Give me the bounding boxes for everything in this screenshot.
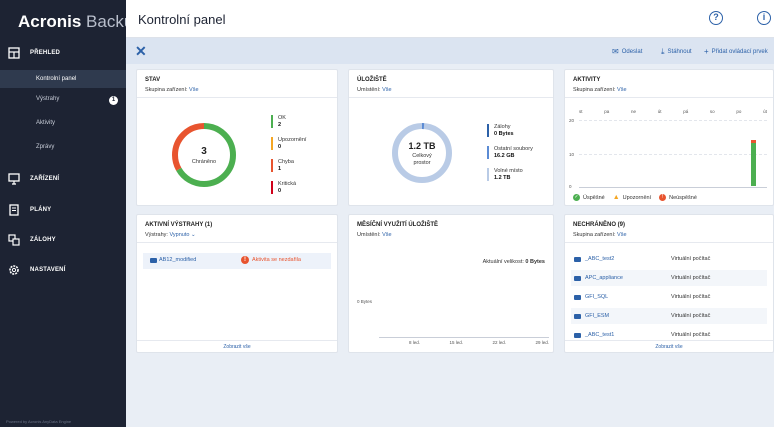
donut-value: 3 [201,146,207,157]
group-filter-link[interactable]: Vše [617,87,626,93]
sub-vystrahy[interactable]: Výstrahy 1 [36,96,126,105]
table-row[interactable]: GFI_SQL Virtuální počítač [571,289,767,305]
nav-zalohy[interactable]: ZÁLOHY [0,234,126,246]
storage-total-value: 1.2 TB [408,141,436,151]
mail-icon: ✉ [612,47,619,56]
alert-row[interactable]: AB12_modified ! Aktivita se nezdařila [143,253,331,269]
widget-stav: STAV Skupina zařízení: Vše 3 Chráněno OK… [136,69,338,206]
acronis-logo: Acronis Backup [18,12,143,31]
computer-icon [574,294,581,300]
legend-ok: OK 2 [271,115,286,129]
group-filter-link[interactable]: Vše [189,87,198,93]
chevron-down-icon: ⌄ [190,232,196,238]
table-row[interactable]: _ABC_test2 Virtuální počítač [571,251,767,267]
success-icon: ✓ [573,194,580,201]
activity-bar-success [751,140,756,186]
legend-error: Chyba 1 [271,159,294,173]
table-row[interactable]: GFI_ESM Virtuální počítač [571,308,767,324]
location-filter-link[interactable]: Vše [382,87,391,93]
table-row[interactable]: APC_appliance Virtuální počítač [571,270,767,286]
location-filter-link[interactable]: Vše [382,232,391,238]
legend-warning: Upozornění 0 [271,137,306,151]
widget-monthly-storage: MĚSÍČNÍ VYUŽITÍ ÚLOŽIŠTĚ Umístění: Vše A… [348,214,554,353]
show-all-link[interactable]: Zobrazit vše [565,340,773,352]
close-icon[interactable]: ✕ [135,43,147,60]
show-all-link[interactable]: Zobrazit vše [137,340,337,352]
group-filter-link[interactable]: Vše [617,232,626,238]
account-icon[interactable]: i [757,11,771,25]
error-icon: ! [659,194,667,201]
nav-nastaveni[interactable]: NASTAVENÍ [0,264,126,276]
sub-zpravy[interactable]: Zprávy [36,144,126,150]
error-icon: ! [241,256,249,264]
sidebar: Acronis Backup PŘEHLED Kontrolní panel V… [0,0,143,427]
computer-icon [574,275,581,281]
monitor-icon [8,173,20,185]
dashboard-toolbar: ✕ ✉ Odeslat ⤓ Stáhnout + Přidat ovládací pr… [126,38,774,64]
alert-text: Aktivita se nezdařila [252,257,301,263]
x-axis-labels: 8 led. 15 led. 22 led. 29 led. [409,340,549,345]
widget-unprotected: NECHRÁNĚNO (9) Skupina zařízení: Vše _AB… [564,214,774,353]
current-size: Aktuální velikost: 0 Bytes [482,259,545,265]
widget-aktivity: AKTIVITY Skupina zařízení: Vše 20 10 0 s… [564,69,774,206]
legend-critical: Kritická 0 [271,181,296,195]
add-widget-button[interactable]: + Přidat ovládací prvek [704,47,768,56]
nav-plany[interactable]: PLÁNY [0,204,126,216]
plus-icon: + [704,47,709,56]
activity-legend: ✓ Úspěšné ▲ Upozornění ! Neúspěšné [573,194,697,201]
widget-active-alerts: AKTIVNÍ VÝSTRAHY (1) Výstrahy: Vypnuto ⌄… [136,214,338,353]
donut-label: Chráněno [191,159,217,165]
alerts-filter-dropdown[interactable]: Vypnuto ⌄ [169,232,195,238]
computer-icon [574,332,581,338]
legend-other-files: Ostatní soubory 16.2 GB [487,146,533,160]
alert-count-badge: 1 [109,96,118,105]
activity-day-labels: st pa ne út pá so po út [579,109,767,114]
dashboard-icon [8,47,20,59]
page-title: Kontrolní panel [138,12,226,27]
nav-prehled[interactable]: PŘEHLED [0,47,126,59]
plan-icon [8,204,20,216]
legend-backups: Zálohy 0 Bytes [487,124,514,138]
help-icon[interactable]: ? [709,11,723,25]
top-header: Kontrolní panel ? i [126,0,774,38]
sub-kontrolni-panel[interactable]: Kontrolní panel [0,70,126,88]
sub-aktivity[interactable]: Aktivity [36,120,126,126]
computer-icon [574,313,581,319]
powered-by-text: Powered by Acronis AnyData Engine [6,419,72,424]
widget-uloziste: ÚLOŽIŠTĚ Umístění: Vše 1.2 TB Celkový pr… [348,69,554,206]
y-axis-label: 0 Bytes [357,299,373,304]
download-icon: ⤓ [661,47,665,56]
legend-free-space: Volné místo 1.2 TB [487,168,523,182]
computer-icon [150,258,157,263]
activity-bar-failed [751,140,756,143]
download-button[interactable]: ⤓ Stáhnout [661,47,692,57]
alert-device-link[interactable]: AB12_modified [159,257,196,263]
backup-icon [8,234,20,246]
send-button[interactable]: ✉ Odeslat [612,47,642,56]
gear-icon [8,264,20,276]
computer-icon [574,256,581,262]
nav-zarizeni[interactable]: ZAŘÍZENÍ [0,173,126,185]
warning-icon: ▲ [612,194,620,201]
